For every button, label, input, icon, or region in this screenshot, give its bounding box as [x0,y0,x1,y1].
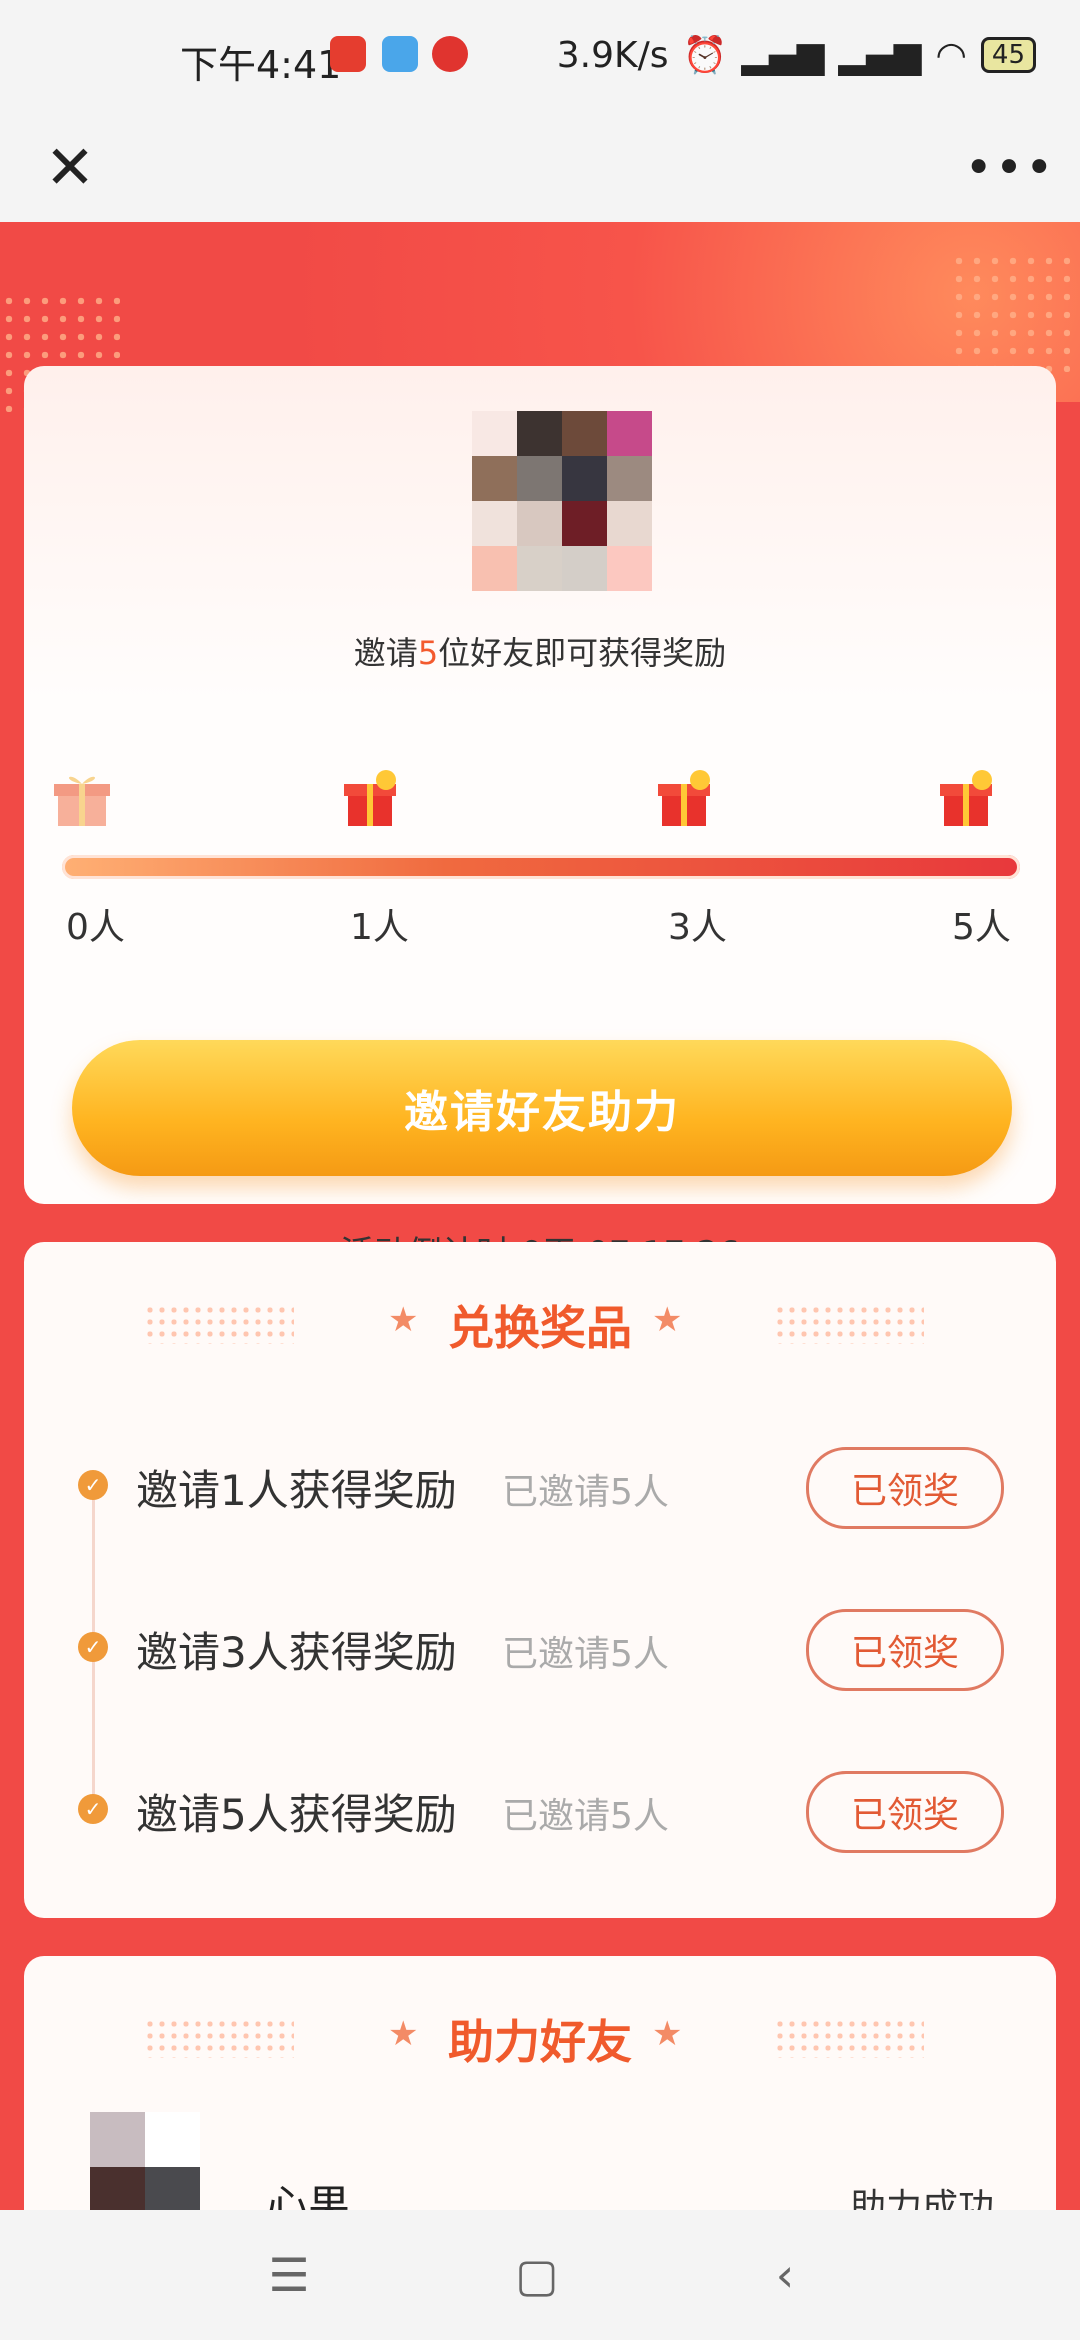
reward-row: ✓ 邀请1人获得奖励 已邀请5人 已领奖 [24,1435,1056,1535]
gift-icon-3 [658,770,710,826]
home-icon[interactable]: ▢ [502,2240,572,2310]
battery-level: 45 [991,40,1025,70]
rewards-title: 兑换奖品 [448,1301,632,1355]
milestone-1: 1人 [350,907,409,948]
friend-name: 心果 [266,2181,351,2210]
alarm-icon: ⏰ [682,35,728,76]
reward-label: 邀请3人获得奖励 [136,1628,457,1677]
gift-icon-5 [940,770,992,826]
menu-icon[interactable]: ☰ [254,2240,324,2310]
reward-status: 已邀请5人 [502,1634,669,1675]
invite-prefix: 邀请 [353,634,418,672]
invite-count: 5 [417,634,439,672]
wifi-icon: ◠ [935,34,967,76]
check-icon: ✓ [78,1794,108,1824]
network-speed: 3.9K/s [556,34,669,76]
check-icon: ✓ [78,1470,108,1500]
reward-row: ✓ 邀请5人获得奖励 已邀请5人 已领奖 [24,1759,1056,1859]
reward-status: 已邀请5人 [502,1796,669,1837]
status-bar: 下午4:41 3.9K/s ⏰ ▂▄▆ ▂▄▆ ◠ 45 [0,0,1080,112]
signal-icon-2: ▂▄▆ [838,34,922,76]
check-icon: ✓ [78,1632,108,1662]
reward-label: 邀请1人获得奖励 [136,1466,457,1515]
decor-dots-right [950,252,1070,372]
system-nav-bar: ☰ ▢ ‹ [0,2210,1080,2340]
helpers-title: 助力好友 [448,2015,632,2069]
app-icon [432,36,468,72]
close-icon[interactable]: ✕ [30,128,110,208]
avatar [472,411,652,591]
weather-icon [382,36,418,72]
friend-avatar [90,2112,200,2210]
reward-row: ✓ 邀请3人获得奖励 已邀请5人 已领奖 [24,1597,1056,1697]
milestone-3: 3人 [668,907,727,948]
claimed-button[interactable]: 已领奖 [806,1447,1004,1529]
reward-status: 已邀请5人 [502,1472,669,1513]
invite-progress-bar [62,855,1020,879]
nav-bar: ✕ ••• [0,112,1080,222]
friend-status: 助力成功 [849,2187,994,2210]
more-icon[interactable]: ••• [965,128,1054,208]
milestone-0: 0人 [66,907,125,948]
invite-hint: 邀请5位好友即可获得奖励 [24,628,1056,674]
claimed-button[interactable]: 已领奖 [806,1771,1004,1853]
taobao-icon [330,36,366,72]
reward-label: 邀请5人获得奖励 [136,1790,457,1839]
milestone-5: 5人 [952,907,1011,948]
claimed-button[interactable]: 已领奖 [806,1609,1004,1691]
back-icon[interactable]: ‹ [750,2240,820,2310]
gift-icon-1 [344,770,396,826]
invite-card: 邀请5位好友即可获得奖励 0人 1人 3人 5人 邀请好友助力 [24,366,1056,1274]
signal-icon: ▂▄▆ [741,34,825,76]
rewards-card: ★ ★ 兑换奖品 ✓ 邀请1人获得奖励 已邀请5人 已领奖 ✓ 邀请3人获得奖励… [24,1242,1056,1918]
status-time: 下午4:41 [180,43,342,87]
invite-friends-button[interactable]: 邀请好友助力 [72,1040,1012,1176]
battery-icon: 45 [980,37,1036,73]
status-right: 3.9K/s ⏰ ▂▄▆ ▂▄▆ ◠ 45 [557,34,1036,76]
helpers-card: ★ ★ 助力好友 心果 助力成功 [24,1956,1056,2210]
gift-icon-0 [54,776,110,826]
invite-suffix: 位好友即可获得奖励 [438,634,727,672]
page-body: 邀请5位好友即可获得奖励 0人 1人 3人 5人 邀请好友助力 ★ ★ 兑换奖品… [0,222,1080,2210]
